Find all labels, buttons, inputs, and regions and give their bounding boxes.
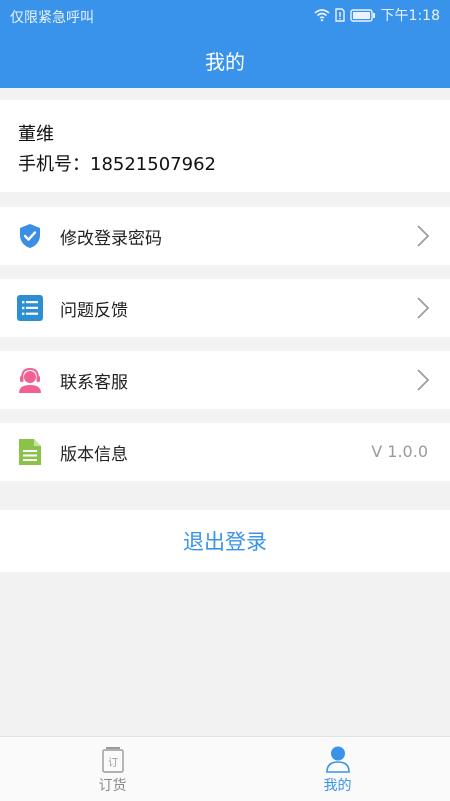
user-name: 董维	[18, 124, 54, 145]
tab-label: 订货	[98, 778, 127, 794]
carrier-text: 仅限紧急呼叫	[10, 10, 94, 26]
menu-item-feedback[interactable]: 问题反馈	[0, 279, 450, 337]
version-value: V 1.0.0	[371, 442, 428, 461]
menu-item-change-password[interactable]: 修改登录密码	[0, 207, 450, 265]
menu-item-label: 修改登录密码	[60, 229, 162, 249]
tab-order[interactable]: 订 订货	[0, 737, 225, 801]
status-bar: 仅限紧急呼叫 下午1:18	[0, 0, 450, 32]
menu-item-version-info[interactable]: 版本信息 V 1.0.0	[0, 423, 450, 481]
order-icon-glyph: 订	[108, 757, 118, 769]
chevron-right-icon	[417, 225, 430, 247]
shield-check-icon	[20, 224, 40, 248]
customer-service-icon	[19, 367, 41, 393]
profile-icon	[326, 746, 350, 773]
profile-card: 董维 手机号：18521507962	[0, 100, 450, 192]
app-header: 我的	[0, 32, 450, 88]
page-title: 我的	[205, 49, 245, 74]
order-icon: 订	[102, 747, 124, 773]
menu-item-label: 问题反馈	[60, 301, 128, 321]
user-phone: 手机号：18521507962	[18, 154, 216, 175]
tab-label: 我的	[323, 778, 352, 794]
document-icon	[19, 439, 41, 465]
logout-button[interactable]: 退出登录	[0, 510, 450, 572]
menu-item-label: 版本信息	[60, 445, 128, 465]
list-icon	[17, 295, 43, 321]
logout-label: 退出登录	[183, 530, 267, 554]
battery-icon	[349, 8, 375, 22]
sim-icon	[334, 8, 345, 22]
menu-item-contact-support[interactable]: 联系客服	[0, 351, 450, 409]
status-time: 下午1:18	[380, 8, 440, 24]
wifi-icon	[314, 9, 330, 22]
tab-mine[interactable]: 我的	[225, 737, 450, 801]
status-icons: 下午1:18	[314, 5, 440, 25]
bottom-tab-bar: 订 订货 我的	[0, 736, 450, 801]
chevron-right-icon	[417, 297, 430, 319]
chevron-right-icon	[417, 369, 430, 391]
menu-item-label: 联系客服	[60, 373, 128, 393]
